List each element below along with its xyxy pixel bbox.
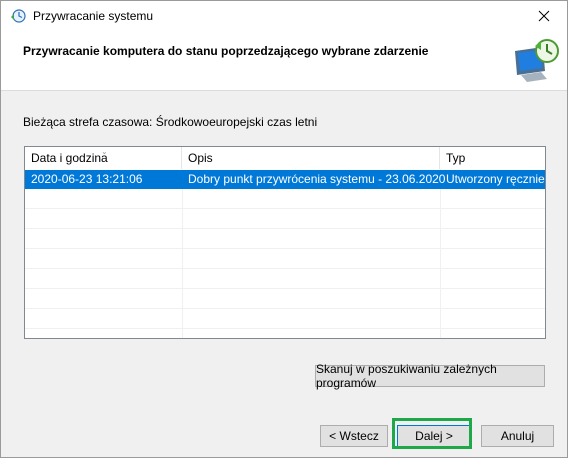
column-header-type[interactable]: Typ <box>440 147 545 169</box>
back-button[interactable]: < Wstecz <box>320 425 388 447</box>
table-row[interactable]: 2020-06-23 13:21:06 Dobry punkt przywróc… <box>25 170 545 189</box>
column-header-date[interactable]: Data i godzina ⌄ <box>25 147 182 169</box>
cell-description: Dobry punkt przywrócenia systemu - 23.06… <box>188 172 446 186</box>
column-header-description[interactable]: Opis <box>182 147 440 169</box>
scan-affected-programs-button[interactable]: Skanuj w poszukiwaniu zależnych programó… <box>315 362 545 390</box>
cancel-button[interactable]: Anuluj <box>481 425 554 447</box>
grid-line <box>25 268 545 269</box>
cell-type: Utworzony ręcznie <box>446 172 545 186</box>
close-icon <box>538 10 550 22</box>
system-restore-icon <box>11 9 26 23</box>
grid-line <box>440 169 441 338</box>
wizard-content: Bieżąca strefa czasowa: Środkowoeuropejs… <box>1 91 567 407</box>
window-title: Przywracanie systemu <box>33 9 154 23</box>
restore-points-table[interactable]: Data i godzina ⌄ Opis Typ 2020-06-23 13:… <box>24 146 546 339</box>
grid-line <box>25 228 545 229</box>
header-title: Przywracanie komputera do stanu poprzedz… <box>23 44 429 58</box>
column-label: Data i godzina <box>31 151 108 165</box>
sort-arrow-icon: ⌄ <box>101 147 108 156</box>
column-label: Opis <box>188 151 213 165</box>
close-button[interactable] <box>521 1 567 31</box>
system-restore-window: Przywracanie systemu Przywracanie komput… <box>0 0 568 458</box>
grid-line <box>25 208 545 209</box>
wizard-header: Przywracanie komputera do stanu poprzedz… <box>1 31 567 89</box>
grid-line <box>25 248 545 249</box>
grid-line <box>182 169 183 338</box>
timezone-label: Bieżąca strefa czasowa: Środkowoeuropejs… <box>23 115 318 129</box>
table-header: Data i godzina ⌄ Opis Typ <box>25 147 545 169</box>
cell-date: 2020-06-23 13:21:06 <box>31 172 143 186</box>
grid-line <box>25 308 545 309</box>
title-bar: Przywracanie systemu <box>1 1 567 31</box>
monitor-clock-icon <box>515 39 559 82</box>
next-button-highlight <box>392 418 472 449</box>
grid-line <box>25 288 545 289</box>
column-label: Typ <box>446 151 466 165</box>
grid-line <box>25 328 545 329</box>
